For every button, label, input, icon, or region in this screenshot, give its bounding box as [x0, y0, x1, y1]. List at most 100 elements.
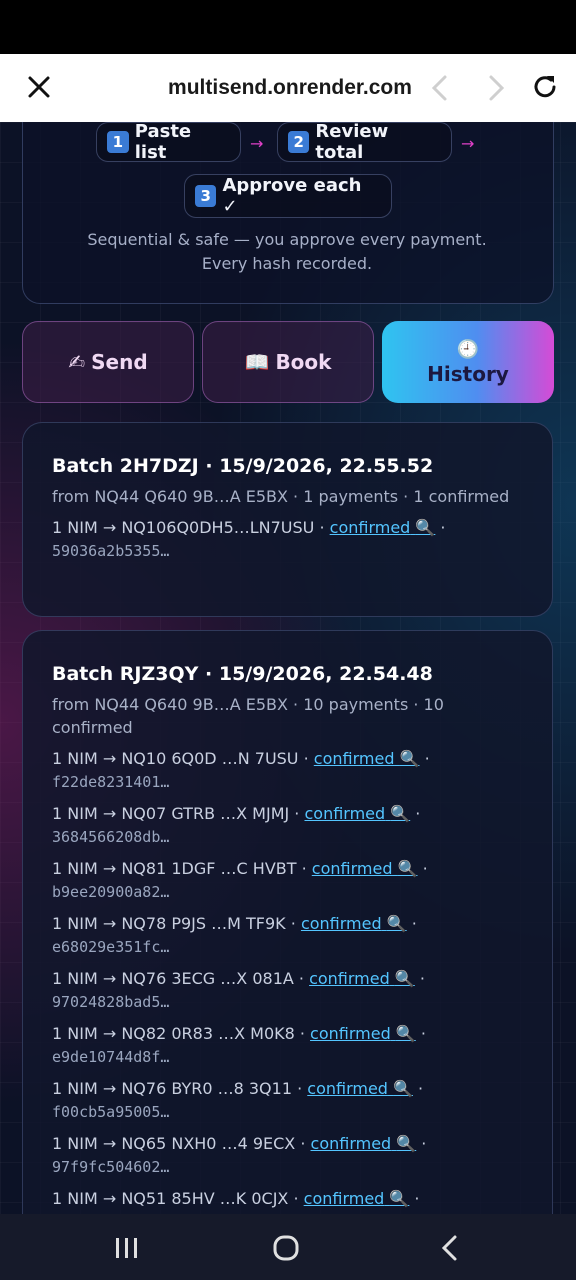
magnifier-icon: 🔍 — [386, 914, 407, 933]
payment-summary: 1 NIM → NQ82 0R83 …X M0K8 · — [52, 1024, 311, 1043]
step-arrow: → — [461, 134, 475, 153]
tab-history[interactable]: 🕘 History — [382, 321, 554, 403]
back-nav-icon[interactable] — [438, 1234, 462, 1262]
tx-link[interactable]: confirmed 🔍 — [301, 914, 407, 933]
step-label: Review total — [315, 122, 389, 163]
magnifier-icon: 🔍 — [415, 518, 436, 537]
separator: · — [415, 1024, 426, 1043]
writing-hand-icon: ✍ — [68, 350, 86, 374]
tx-link[interactable]: confirmed 🔍 — [314, 749, 420, 768]
tab-send[interactable]: ✍ Send — [22, 321, 194, 403]
tx-link[interactable]: confirmed 🔍 — [304, 1189, 410, 1208]
payment-row: 1 NIM → NQ76 BYR0 …8 3Q11 · confirmed 🔍 … — [52, 1077, 524, 1124]
step-number: 3 — [195, 185, 217, 207]
step-label: Approve each ✓ — [222, 175, 362, 217]
tx-hash: 97024828bad5… — [52, 993, 170, 1011]
payment-row: 1 NIM → NQ07 GTRB …X MJMJ · confirmed 🔍 … — [52, 802, 524, 849]
payment-summary: 1 NIM → NQ51 85HV …K 0CJX · — [52, 1189, 304, 1208]
payment-summary: 1 NIM → NQ106Q0DH5…LN7USU · — [52, 518, 330, 537]
payment-status: confirmed — [310, 1024, 391, 1043]
separator: · — [414, 969, 425, 988]
payment-status: confirmed — [310, 1134, 392, 1153]
web-content: 1 Paste list → 2 Review total → 3 Approv… — [0, 122, 576, 1214]
separator: · — [410, 804, 421, 823]
tx-hash: f22de8231401… — [52, 773, 170, 791]
magnifier-icon: 🔍 — [396, 1134, 417, 1153]
payment-row: 1 NIM → NQ65 NXH0 …4 9ECX · confirmed 🔍 … — [52, 1132, 524, 1179]
separator: · — [435, 518, 446, 537]
payment-status: confirmed — [311, 859, 393, 878]
tab-label: History — [427, 361, 509, 386]
magnifier-icon: 🔍 — [390, 804, 411, 823]
payment-summary: 1 NIM → NQ10 6Q0D …N 7USU · — [52, 749, 314, 768]
payment-row: 1 NIM → NQ78 P9JS …M TF9K · confirmed 🔍 … — [52, 912, 524, 959]
back-icon[interactable] — [428, 74, 452, 102]
payment-summary: 1 NIM → NQ76 3ECG …X 081A · — [52, 969, 310, 988]
batch-from: from NQ44 Q640 9B…A E5BX · 10 payments ·… — [52, 695, 444, 737]
tx-link[interactable]: confirmed 🔍 — [311, 1134, 417, 1153]
separator: · — [416, 1134, 427, 1153]
status-bar — [0, 0, 576, 54]
separator: · — [417, 859, 428, 878]
hero-subtitle: Sequential & safe — you approve every pa… — [87, 230, 487, 249]
tx-link[interactable]: confirmed 🔍 — [310, 1024, 416, 1043]
magnifier-icon: 🔍 — [394, 969, 415, 988]
payment-status: confirmed — [309, 969, 390, 988]
step-chip-1: 1 Paste list — [96, 122, 241, 163]
clock-icon: 🕘 — [456, 338, 480, 360]
payment-status: confirmed — [307, 1079, 388, 1098]
tab-book[interactable]: 📖 Book — [202, 321, 374, 403]
payment-status: confirmed — [300, 914, 382, 933]
tx-hash: 3684566208db… — [52, 828, 170, 846]
system-nav-bar — [0, 1214, 576, 1280]
tab-label: Send — [91, 350, 148, 374]
payment-row: 1 NIM → NQ10 6Q0D …N 7USU · confirmed 🔍 … — [52, 747, 524, 794]
batch-title: Batch RJZ3QY · 15/9/2026, 22.54.48 — [52, 663, 433, 685]
tx-hash: f00cb5a95005… — [52, 1103, 170, 1121]
payment-status: confirmed — [329, 518, 411, 537]
home-icon[interactable] — [272, 1234, 302, 1262]
tx-hash: b9ee20900a82… — [52, 883, 170, 901]
reload-icon[interactable] — [530, 72, 560, 102]
close-icon[interactable] — [24, 72, 54, 102]
step-number: 1 — [107, 131, 129, 153]
payment-summary: 1 NIM → NQ76 BYR0 …8 3Q11 · — [52, 1079, 308, 1098]
batch-title: Batch 2H7DZJ · 15/9/2026, 22.55.52 — [52, 455, 434, 477]
tx-link[interactable]: confirmed 🔍 — [330, 518, 436, 537]
payment-row: 1 NIM → NQ51 85HV …K 0CJX · confirmed 🔍 … — [52, 1187, 524, 1214]
magnifier-icon: 🔍 — [395, 1024, 416, 1043]
payment-summary: 1 NIM → NQ81 1DGF …C HVBT · — [52, 859, 312, 878]
batch-card: Batch 2H7DZJ · 15/9/2026, 22.55.52 from … — [22, 422, 553, 617]
payment-row: 1 NIM → NQ81 1DGF …C HVBT · confirmed 🔍 … — [52, 857, 524, 904]
tx-link[interactable]: confirmed 🔍 — [304, 804, 410, 823]
separator: · — [409, 1189, 420, 1208]
step-chip-3: 3 Approve each ✓ — [184, 174, 392, 218]
payment-status: confirmed — [313, 749, 395, 768]
payment-row: 1 NIM → NQ82 0R83 …X M0K8 · confirmed 🔍 … — [52, 1022, 524, 1069]
payment-row: 1 NIM → NQ76 3ECG …X 081A · confirmed 🔍 … — [52, 967, 524, 1014]
payment-status: confirmed — [304, 804, 386, 823]
step-number: 2 — [288, 131, 310, 153]
tab-label: Book — [275, 350, 332, 374]
payment-status: confirmed — [303, 1189, 385, 1208]
magnifier-icon: 🔍 — [397, 859, 418, 878]
url-host[interactable]: multisend.onrender.com — [140, 76, 440, 100]
step-label: Paste list — [134, 122, 192, 163]
payment-summary: 1 NIM → NQ07 GTRB …X MJMJ · — [52, 804, 305, 823]
tx-hash: 97f9fc504602… — [52, 1158, 170, 1176]
tx-link[interactable]: confirmed 🔍 — [307, 1079, 413, 1098]
hero-subtitle-2: Every hash recorded. — [201, 254, 373, 273]
step-chip-2: 2 Review total — [277, 122, 452, 163]
separator: · — [406, 914, 417, 933]
tx-link[interactable]: confirmed 🔍 — [309, 969, 415, 988]
forward-icon[interactable] — [484, 74, 508, 102]
separator: · — [419, 749, 430, 768]
payment-row: 1 NIM → NQ106Q0DH5…LN7USU · confirmed 🔍 … — [52, 516, 524, 563]
batch-card: Batch RJZ3QY · 15/9/2026, 22.54.48 from … — [22, 630, 553, 1214]
tx-hash: 59036a2b5355… — [52, 542, 170, 560]
tx-link[interactable]: confirmed 🔍 — [312, 859, 418, 878]
recent-apps-icon[interactable] — [114, 1236, 140, 1260]
browser-toolbar: multisend.onrender.com — [0, 54, 576, 122]
separator: · — [412, 1079, 424, 1098]
payment-summary: 1 NIM → NQ78 P9JS …M TF9K · — [52, 914, 301, 933]
